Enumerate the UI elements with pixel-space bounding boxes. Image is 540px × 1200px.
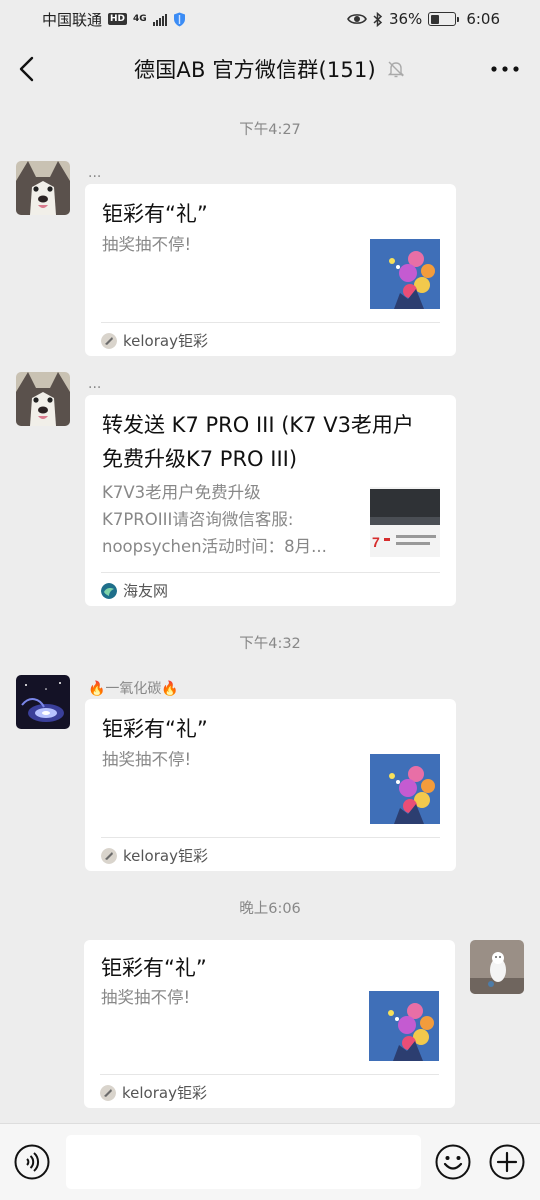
sender-name: ... bbox=[88, 165, 102, 181]
card-title: 钜彩有“礼” bbox=[102, 202, 208, 226]
avatar[interactable] bbox=[16, 161, 70, 215]
thumbnail-text: 7 bbox=[372, 534, 380, 550]
link-card[interactable]: 转发送 K7 PRO III (K7 V3老用户 免费升级K7 PRO III)… bbox=[85, 395, 456, 606]
card-source: keloray钜彩 bbox=[101, 330, 208, 351]
source-globe-icon bbox=[101, 582, 117, 599]
clock: 6:06 bbox=[466, 10, 500, 28]
eye-icon bbox=[347, 14, 367, 24]
carrier-label: 中国联通 bbox=[42, 10, 103, 29]
message-input[interactable] bbox=[66, 1135, 421, 1189]
card-source: keloray钜彩 bbox=[100, 1082, 207, 1103]
battery-icon bbox=[428, 12, 460, 26]
avatar[interactable] bbox=[16, 675, 70, 729]
voice-input-icon[interactable] bbox=[14, 1144, 50, 1180]
battery-fill bbox=[430, 14, 440, 24]
back-arrow-icon[interactable] bbox=[16, 56, 40, 82]
card-description: 抽奖抽不停! bbox=[102, 235, 192, 254]
avatar[interactable] bbox=[16, 372, 70, 426]
more-options-icon[interactable] bbox=[490, 65, 520, 73]
source-avatar-icon bbox=[101, 332, 117, 349]
card-thumbnail bbox=[370, 239, 440, 309]
add-more-icon[interactable] bbox=[489, 1144, 525, 1180]
hd-badge: HD bbox=[108, 13, 128, 25]
card-thumbnail bbox=[370, 754, 440, 824]
sender-name: ... bbox=[88, 376, 102, 392]
battery-percent: 36% bbox=[388, 10, 423, 28]
card-source-label: keloray钜彩 bbox=[122, 1084, 207, 1102]
card-thumbnail bbox=[369, 991, 439, 1061]
card-divider bbox=[101, 322, 440, 323]
card-description: 抽奖抽不停! bbox=[102, 750, 192, 769]
card-title: 钜彩有“礼” bbox=[101, 956, 207, 980]
timestamp: 下午4:27 bbox=[239, 122, 301, 138]
link-card[interactable]: 钜彩有“礼” 抽奖抽不停! keloray钜彩 bbox=[85, 699, 456, 871]
bluetooth-icon bbox=[373, 11, 383, 27]
emoji-icon[interactable] bbox=[435, 1144, 471, 1180]
shield-icon bbox=[173, 12, 185, 26]
status-left: 中国联通 HD 4G bbox=[42, 9, 186, 30]
title-wrap: 德国AB 官方微信群(151) bbox=[134, 54, 406, 84]
card-description-line-2: K7PROIII请咨询微信客服: bbox=[102, 510, 294, 529]
card-source: keloray钜彩 bbox=[101, 845, 208, 866]
status-bar: 中国联通 HD 4G 36% 6:06 bbox=[0, 0, 540, 38]
card-thumbnail: 7 bbox=[370, 487, 440, 557]
card-description-line-3: noopsychen活动时间：8月... bbox=[102, 537, 327, 556]
chat-title[interactable]: 德国AB 官方微信群(151) bbox=[134, 54, 376, 84]
card-title: 钜彩有“礼” bbox=[102, 717, 208, 741]
network-type: 4G bbox=[133, 13, 147, 24]
timestamp: 晚上6:06 bbox=[239, 901, 301, 917]
card-title-line-2: 免费升级K7 PRO III) bbox=[102, 447, 298, 471]
card-divider bbox=[101, 837, 440, 838]
avatar[interactable] bbox=[470, 940, 524, 994]
chat-header: 德国AB 官方微信群(151) bbox=[0, 38, 540, 100]
card-source: 海友网 bbox=[101, 580, 168, 601]
message-input-bar bbox=[0, 1123, 540, 1200]
card-description-line-1: K7V3老用户免费升级 bbox=[102, 483, 261, 502]
card-source-label: keloray钜彩 bbox=[123, 332, 208, 350]
status-right: 36% 6:06 bbox=[347, 10, 500, 28]
card-source-label: keloray钜彩 bbox=[123, 847, 208, 865]
sender-name: 🔥一氧化碳🔥 bbox=[88, 681, 179, 697]
link-card[interactable]: 钜彩有“礼” 抽奖抽不停! keloray钜彩 bbox=[84, 940, 455, 1108]
source-avatar-icon bbox=[100, 1084, 116, 1101]
timestamp: 下午4:32 bbox=[239, 636, 301, 652]
source-avatar-icon bbox=[101, 847, 117, 864]
card-divider bbox=[101, 572, 440, 573]
card-source-label: 海友网 bbox=[123, 582, 169, 600]
mute-bell-icon bbox=[387, 61, 405, 78]
card-title-line-1: 转发送 K7 PRO III (K7 V3老用户 bbox=[102, 413, 414, 437]
signal-icon bbox=[152, 13, 167, 26]
card-divider bbox=[100, 1074, 439, 1075]
link-card[interactable]: 钜彩有“礼” 抽奖抽不停! keloray钜彩 bbox=[85, 184, 456, 356]
card-description: 抽奖抽不停! bbox=[101, 988, 191, 1007]
